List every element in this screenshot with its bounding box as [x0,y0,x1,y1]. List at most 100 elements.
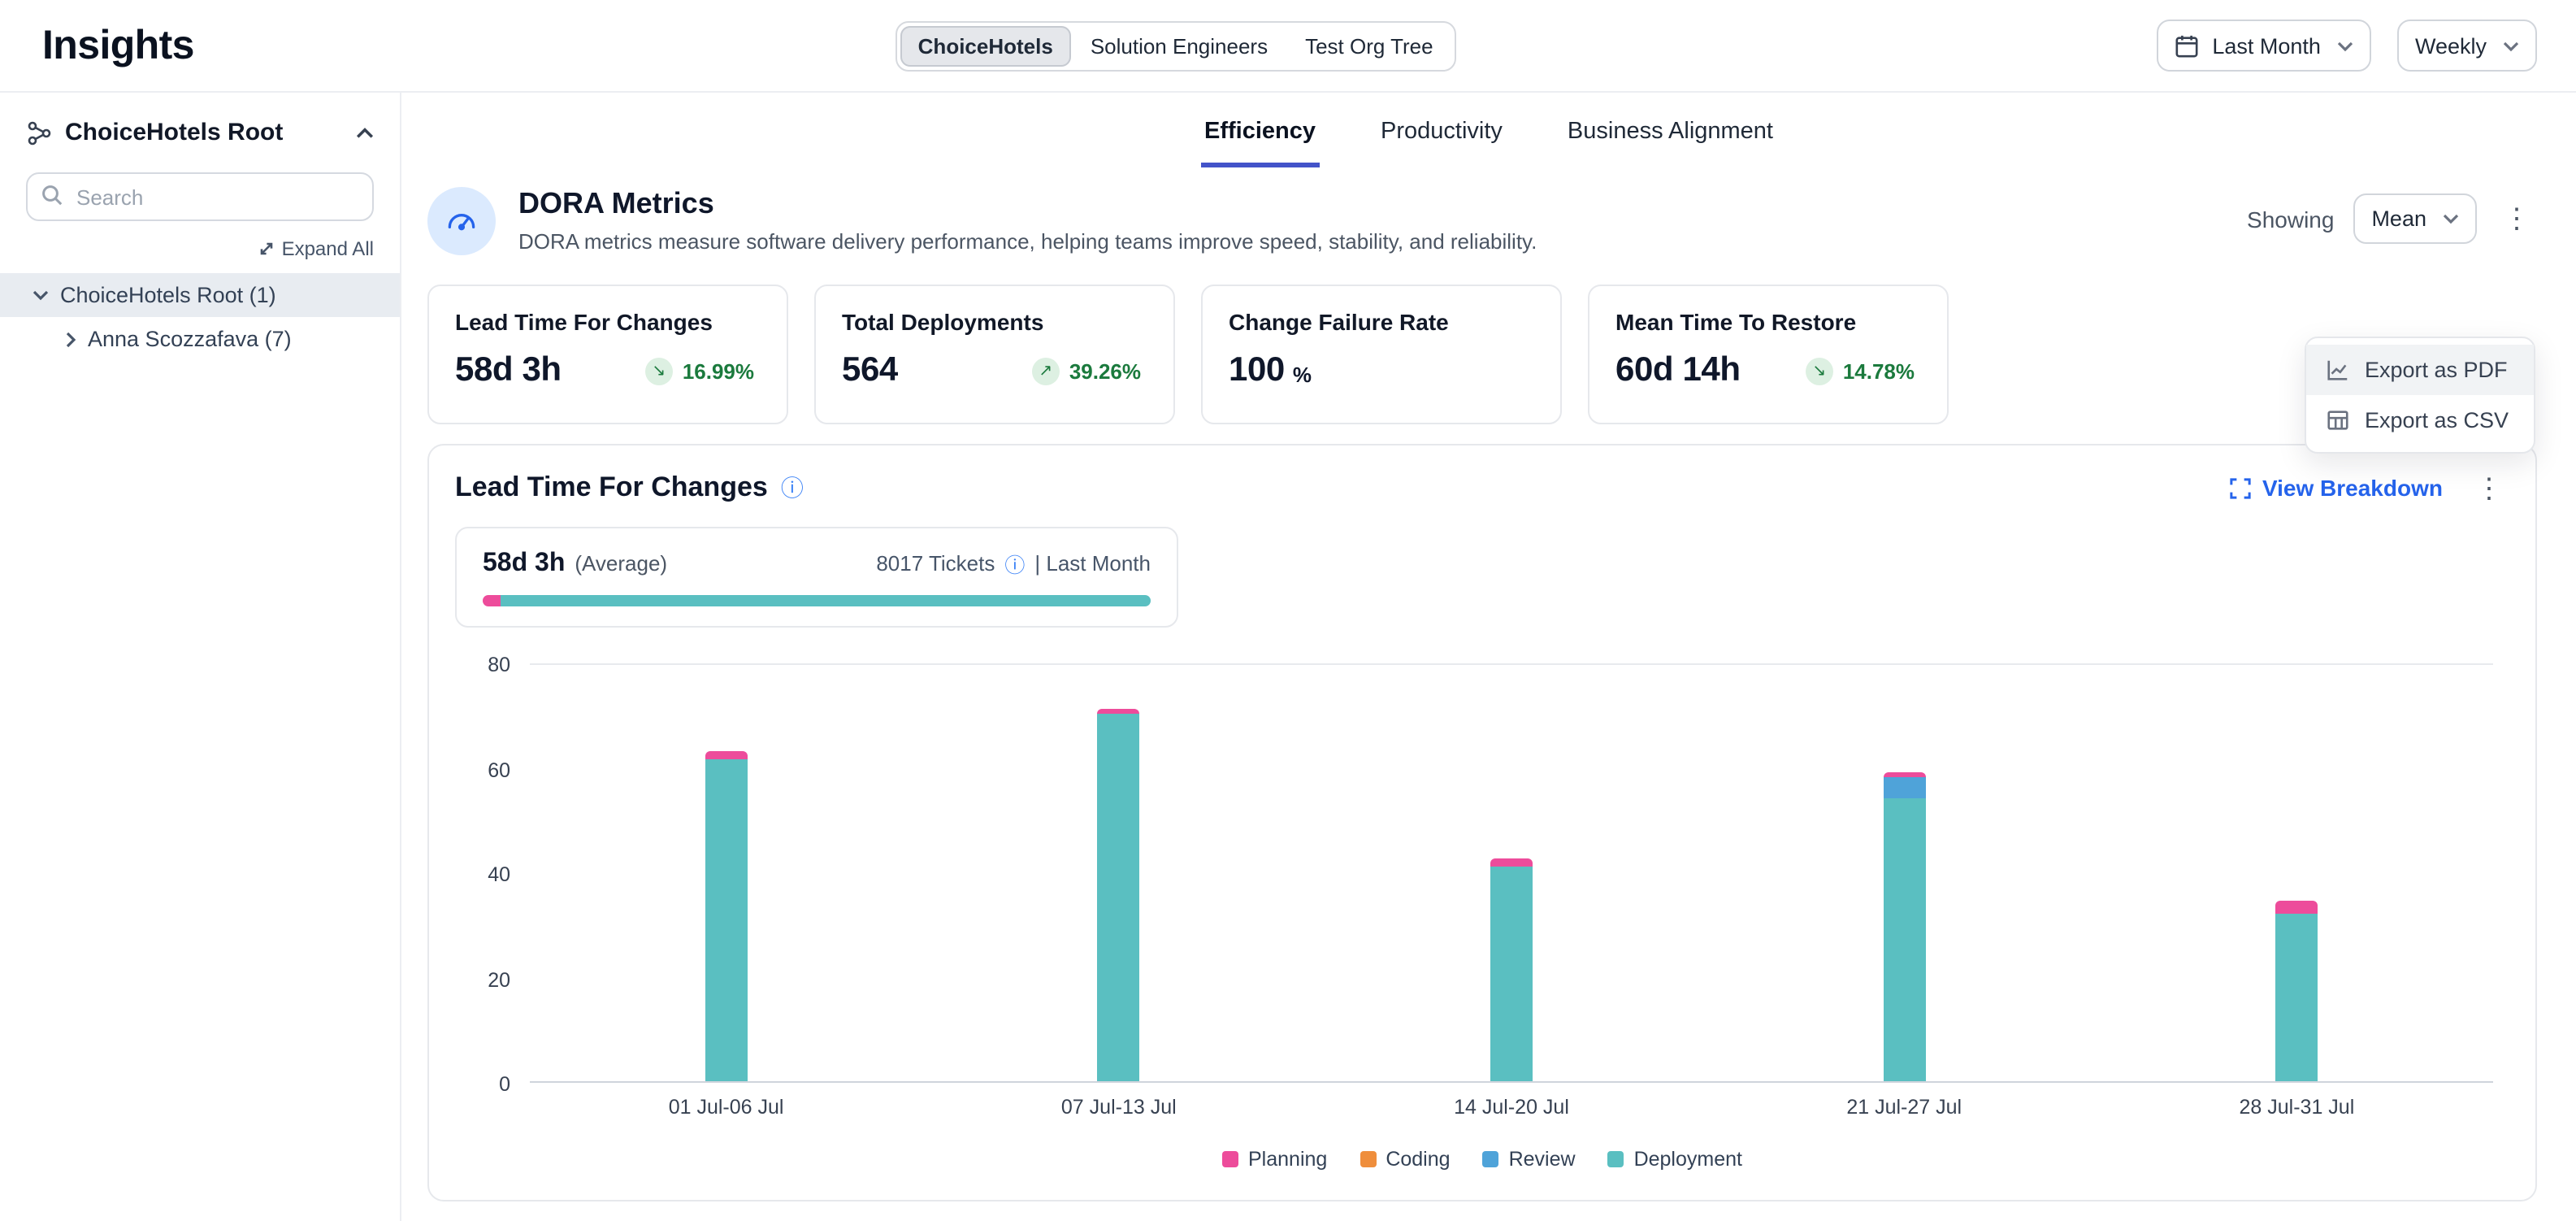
x-axis-label: 21 Jul-27 Jul [1846,1096,1962,1119]
export-pdf-menu-item[interactable]: Export as PDF [2306,345,2534,395]
card-change-failure-rate: Change Failure Rate 100 % [1201,285,1562,424]
legend-item-planning[interactable]: Planning [1222,1148,1327,1171]
chart-bar[interactable] [2275,901,2318,1082]
chevron-down-icon [33,289,49,301]
top-bar: Insights ChoiceHotels Solution Engineers… [0,0,2576,93]
legend-swatch [1608,1151,1624,1167]
export-csv-label: Export as CSV [2365,408,2509,432]
metric-cards: Lead Time For Changes 58d 3h ↘ 16.99% To… [427,285,2537,424]
trend-value: 16.99% [683,358,754,383]
trend-badge: ↘ 14.78% [1806,357,1915,385]
chevron-down-icon [2337,40,2353,51]
legend-swatch [1222,1151,1238,1167]
chart-summary-card: 58d 3h (Average) 8017 Tickets ⓘ | Last M… [455,527,1178,628]
legend-label: Review [1509,1148,1576,1171]
trend-down-icon: ↘ [645,357,673,385]
tree-item-anna-scozzafava[interactable]: Anna Scozzafava (7) [0,317,400,361]
page-title: Insights [42,22,194,69]
trend-value: 14.78% [1843,358,1915,383]
info-icon[interactable]: ⓘ [781,471,804,504]
y-axis-label: 20 [462,965,510,994]
card-mean-time-to-restore: Mean Time To Restore 60d 14h ↘ 14.78% [1588,285,1949,424]
legend-label: Deployment [1634,1148,1742,1171]
card-title: Total Deployments [842,309,1147,335]
view-breakdown-button[interactable]: View Breakdown [2230,475,2443,501]
summary-bar-segment-deployment [500,595,1151,606]
dora-header: DORA Metrics DORA metrics measure softwa… [427,187,2537,255]
main-tabs: Efficiency Productivity Business Alignme… [401,93,2576,167]
card-title: Mean Time To Restore [1615,309,1921,335]
calendar-icon [2175,33,2199,58]
summary-progress-bar [483,595,1151,606]
legend-label: Coding [1386,1148,1450,1171]
chart-bar[interactable] [705,751,748,1081]
bar-segment-planning [2275,901,2318,914]
chart-bar[interactable] [1490,858,1533,1081]
tree-item-choicehotels-root[interactable]: ChoiceHotels Root (1) [0,273,400,317]
expand-all-button[interactable]: Expand All [26,237,374,260]
bar-segment-planning [705,751,748,759]
org-tab-test-org-tree[interactable]: Test Org Tree [1287,25,1451,66]
trend-up-icon: ↗ [1032,357,1060,385]
legend-item-deployment[interactable]: Deployment [1608,1148,1742,1171]
period-select[interactable]: Last Month [2157,20,2371,72]
y-axis-label: 40 [462,860,510,889]
top-controls: Last Month Weekly [2157,20,2537,72]
table-icon [2326,408,2350,432]
chevron-down-icon [2443,213,2459,224]
tree-item-label: ChoiceHotels Root (1) [60,283,276,307]
bar-segment-planning [1490,858,1533,867]
x-axis-label: 07 Jul-13 Jul [1061,1096,1177,1119]
tab-productivity[interactable]: Productivity [1377,102,1506,167]
card-lead-time-for-changes: Lead Time For Changes 58d 3h ↘ 16.99% [427,285,788,424]
chart-header: Lead Time For Changes ⓘ View Breakdown ⋮ [455,471,2509,504]
export-csv-menu-item[interactable]: Export as CSV [2306,395,2534,445]
chart-plot: 02040608001 Jul-06 Jul07 Jul-13 Jul14 Ju… [530,663,2493,1083]
main-content: Efficiency Productivity Business Alignme… [401,93,2576,1221]
export-menu: Export as PDF Export as CSV [2305,337,2535,454]
bar-segment-deployment [1098,715,1140,1082]
trend-badge: ↘ 16.99% [645,357,754,385]
legend-swatch [1483,1151,1499,1167]
expand-corners-icon [2230,477,2251,498]
tab-business-alignment[interactable]: Business Alignment [1564,102,1776,167]
granularity-select-value: Weekly [2415,33,2487,58]
sidebar-search [26,172,374,221]
dora-description: DORA metrics measure software delivery p… [518,229,1537,254]
info-icon[interactable]: ⓘ [1004,548,1025,579]
period-select-value: Last Month [2212,33,2321,58]
granularity-select[interactable]: Weekly [2397,20,2537,72]
bar-segment-review [1883,777,1925,798]
search-input[interactable] [26,172,374,221]
trend-down-icon: ↘ [1806,357,1833,385]
view-breakdown-label: View Breakdown [2262,475,2443,501]
bar-segment-deployment [1490,867,1533,1081]
dora-text: DORA Metrics DORA metrics measure softwa… [518,187,1537,254]
chevron-up-icon[interactable] [356,126,374,139]
sidebar-header: ChoiceHotels Root [0,93,400,159]
dora-title: DORA Metrics [518,187,1537,221]
kebab-menu-icon[interactable]: ⋮ [2469,474,2509,502]
insights-app: Insights ChoiceHotels Solution Engineers… [0,0,2576,1221]
org-tab-solution-engineers[interactable]: Solution Engineers [1073,25,1286,66]
sidebar-title: ChoiceHotels Root [65,119,283,146]
expand-all-label: Expand All [282,237,374,260]
chart-bar[interactable] [1883,772,1925,1082]
expand-diagonal-icon [259,241,275,257]
card-unit: % [1293,362,1312,386]
bar-segment-deployment [2275,914,2318,1081]
org-tree-icon [26,119,52,146]
legend-item-coding[interactable]: Coding [1360,1148,1450,1171]
showing-select[interactable]: Mean [2353,193,2477,244]
dora-gauge-icon [427,187,496,255]
trend-value: 39.26% [1069,358,1141,383]
lead-time-chart-card: Lead Time For Changes ⓘ View Breakdown ⋮ [427,444,2537,1201]
chart-bar[interactable] [1098,709,1140,1081]
kebab-menu-icon[interactable]: ⋮ [2496,205,2537,232]
tab-efficiency[interactable]: Efficiency [1201,102,1319,167]
legend-item-review[interactable]: Review [1483,1148,1576,1171]
x-axis-label: 28 Jul-31 Jul [2240,1096,2355,1119]
dora-controls: Showing Mean ⋮ [2247,187,2537,244]
org-tab-choicehotels[interactable]: ChoiceHotels [900,25,1071,66]
x-axis-label: 14 Jul-20 Jul [1454,1096,1569,1119]
